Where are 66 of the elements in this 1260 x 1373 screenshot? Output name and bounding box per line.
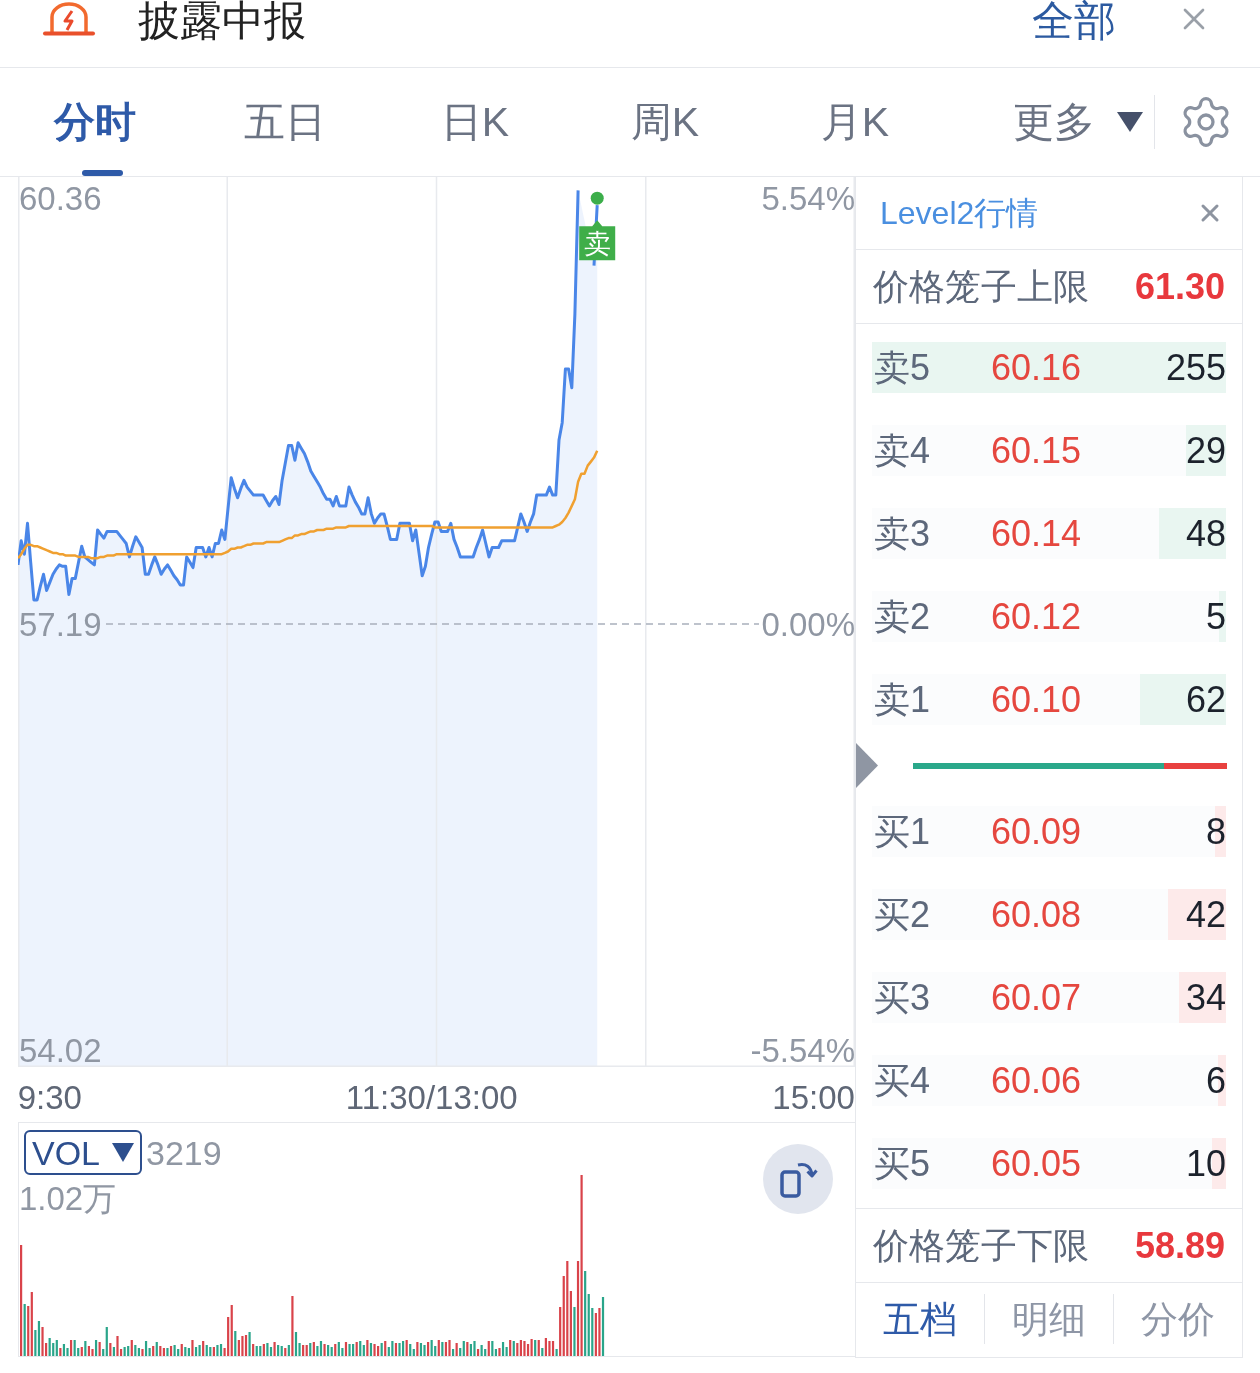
price-axis-label: 54.02 [19,1031,102,1067]
order-level-label: 卖3 [873,515,932,552]
volume-axis-label: 1.02万 [19,1182,117,1215]
order-volume: 42 [1185,896,1226,933]
order-level-label: 卖5 [873,349,932,386]
order-price: 60.15 [991,432,1082,469]
price-limit-value: 58.89 [1134,1227,1225,1264]
order-volume: 62 [1185,681,1226,718]
annotation: 卖 [583,229,611,260]
order-price: 60.16 [991,349,1082,386]
time-axis-label: 11:30/13:00 [345,1081,518,1114]
order-price: 60.05 [991,1145,1082,1182]
order-level-label: 卖1 [873,681,932,718]
order-level-label: 买5 [873,1145,932,1182]
signal-dot-icon [590,191,604,205]
price-limit-label: 价格笼子上限 [873,268,1089,305]
section-title: 披露中报 [138,0,306,42]
order-price: 60.12 [991,598,1082,635]
view-all-link[interactable]: 全部 [1032,0,1116,42]
order-level-label: 卖2 [873,598,932,635]
order-volume: 8 [1205,813,1226,850]
more-dropdown[interactable]: 更多 [1013,68,1143,176]
period-tab[interactable]: 月K [760,68,950,176]
price-limit-value: 61.30 [1134,268,1225,305]
order-book-tab[interactable]: 分价 [1114,1283,1242,1355]
order-book-tab[interactable]: 明细 [985,1283,1113,1355]
caret-down-icon [112,1143,135,1162]
percent-axis-label: 0.00% [761,606,855,643]
order-volume: 34 [1185,979,1226,1016]
order-price: 60.08 [991,896,1082,933]
period-tab[interactable]: 分时 [0,68,190,176]
percent-axis-label: 5.54% [761,180,855,218]
price-limit-label: 价格笼子下限 [873,1227,1089,1264]
panel-title: Level2行情 [880,197,1039,229]
active-tab-underline [82,170,123,176]
alarm-light-icon [42,2,96,36]
caret-down-icon [1117,112,1143,132]
order-book-tab[interactable]: 五档 [856,1283,984,1355]
order-volume: 5 [1205,598,1226,635]
period-tab[interactable]: 五日 [190,68,380,176]
order-price: 60.14 [991,515,1082,552]
order-level-label: 卖4 [873,432,932,469]
time-axis-label: 9:30 [17,1081,82,1114]
volume-value: 3219 [146,1135,222,1170]
price-axis-label: 60.36 [19,180,102,218]
order-level-label: 买3 [873,979,932,1016]
order-volume: 255 [1165,349,1226,386]
period-tab[interactable]: 周K [570,68,760,176]
order-level-label: 买1 [873,813,932,850]
order-price: 60.09 [991,813,1082,850]
order-level-label: 买4 [873,1062,932,1099]
order-volume: 29 [1185,432,1226,469]
order-level-label: 买2 [873,896,932,933]
percent-axis-label: -5.54% [750,1031,855,1067]
time-axis-label: 15:00 [772,1081,855,1114]
caret-right-icon[interactable] [856,743,878,788]
indicator-dropdown[interactable]: VOL [24,1130,143,1175]
order-price: 60.10 [991,681,1082,718]
period-tab[interactable]: 日K [380,68,570,176]
order-price: 60.07 [991,979,1082,1016]
order-volume: 6 [1205,1062,1226,1099]
order-volume: 48 [1185,515,1226,552]
order-volume: 10 [1185,1145,1226,1182]
order-price: 60.06 [991,1062,1082,1099]
sell-signal-tag: 卖 [579,220,616,261]
reference-line-label: 57.19 [19,606,102,643]
